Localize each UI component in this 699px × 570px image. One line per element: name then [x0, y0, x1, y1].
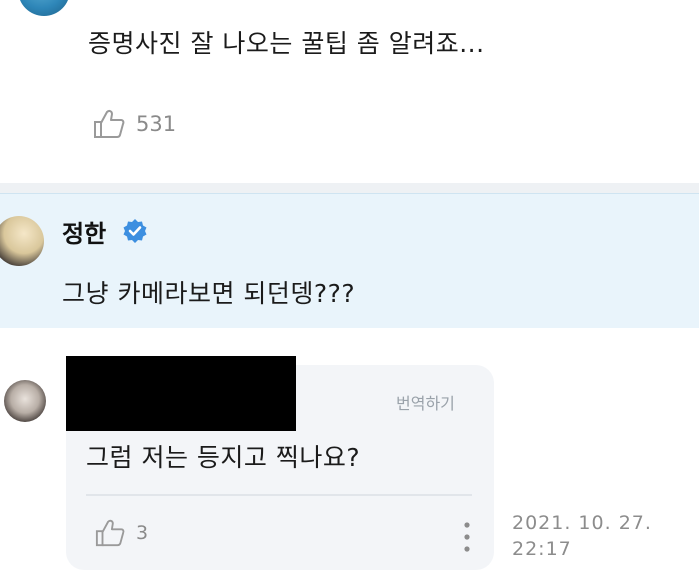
comment-text: 증명사진 잘 나오는 꿀팁 좀 알려죠...: [88, 29, 485, 58]
like-button[interactable]: 531: [92, 108, 176, 140]
weverse-comment-thread: 증명사진 잘 나오는 꿀팁 좀 알려죠... 531 정한 그냥 카메라보면 되…: [0, 0, 699, 570]
like-count: 3: [136, 522, 149, 544]
timestamp-date: 2021. 10. 27.: [512, 512, 652, 534]
timestamp-time: 22:17: [512, 538, 572, 560]
like-button[interactable]: 3: [94, 518, 148, 548]
timestamp: 2021. 10. 27. 22:17: [512, 510, 652, 562]
avatar[interactable]: [4, 380, 46, 422]
translate-link[interactable]: 번역하기: [396, 390, 455, 414]
avatar[interactable]: [0, 216, 44, 266]
author-name[interactable]: 정한: [62, 214, 106, 249]
fan-reply: 번역하기 그럼 저는 등지고 찍나요? 3 2021. 10. 27. 22:1…: [0, 328, 699, 570]
like-count: 531: [136, 112, 177, 136]
top-comment: 증명사진 잘 나오는 꿀팁 좀 알려죠... 531: [0, 0, 699, 183]
thumbs-up-icon: [94, 109, 125, 138]
artist-reply: 정한 그냥 카메라보면 되던뎅???: [0, 193, 699, 329]
section-divider: [0, 183, 699, 193]
more-vertical-icon[interactable]: [462, 520, 472, 554]
thumbs-up-icon: [95, 519, 125, 547]
bubble-divider: [86, 494, 472, 496]
comment-text: 그냥 카메라보면 되던뎅???: [62, 279, 356, 308]
comment-text: 그럼 저는 등지고 찍나요?: [86, 443, 361, 472]
avatar[interactable]: [18, 0, 70, 16]
redacted-author: [66, 356, 296, 431]
verified-badge-icon: [123, 219, 147, 243]
